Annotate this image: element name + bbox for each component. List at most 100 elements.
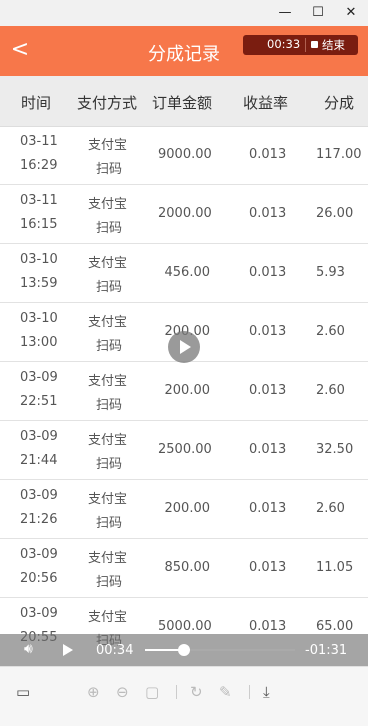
row-payment-method: 支付宝 bbox=[88, 374, 128, 389]
row-payment-type: 扫码 bbox=[96, 457, 123, 472]
divider bbox=[305, 38, 306, 52]
row-share: 26.00 bbox=[316, 206, 354, 221]
row-payment-type: 扫码 bbox=[96, 339, 123, 354]
row-date: 03-09 bbox=[20, 488, 58, 503]
table-row: 03-09 22:51 支付宝扫码 200.00 0.013 2.60 bbox=[0, 362, 368, 421]
row-amount: 2000.00 bbox=[158, 206, 212, 221]
play-button[interactable] bbox=[63, 644, 73, 656]
table-row: 03-10 13:59 支付宝扫码 456.00 0.013 5.93 bbox=[0, 244, 368, 303]
column-header-time: 时间 bbox=[21, 94, 52, 112]
table-body: 03-11 16:29 支付宝 扫码 9000.00 0.013 117.00 03-11 16… bbox=[0, 126, 368, 646]
row-amount: 200.00 bbox=[164, 383, 211, 398]
row-date: 03-10 bbox=[20, 252, 58, 267]
row-share: 2.60 bbox=[316, 383, 345, 398]
row-payment-method: 支付宝 bbox=[88, 138, 128, 153]
row-payment-type: 扫码 bbox=[96, 516, 123, 531]
row-share: 5.93 bbox=[316, 265, 345, 280]
row-share: 2.60 bbox=[316, 501, 345, 516]
row-date: 03-09 bbox=[20, 370, 58, 385]
actual-size-icon[interactable]: ▢ bbox=[145, 683, 159, 701]
minimize-icon[interactable]: — bbox=[270, 0, 300, 26]
row-date: 03-10 bbox=[20, 311, 58, 326]
app-header: < 分成记录 00:33 结束 bbox=[0, 26, 368, 76]
column-header-payment: 支付方式 bbox=[77, 94, 138, 112]
table-row: 03-11 16:29 支付宝扫码 9000.00 0.013 117.00 bbox=[0, 126, 368, 185]
row-payment-method: 支付宝 bbox=[88, 315, 128, 330]
row-payment-method: 支付宝 bbox=[88, 492, 128, 507]
end-recording-button[interactable]: 结束 bbox=[322, 37, 345, 53]
seek-bar[interactable] bbox=[145, 644, 295, 656]
rotate-icon[interactable]: ↻ bbox=[190, 683, 203, 701]
row-payment-method: 支付宝 bbox=[88, 197, 128, 212]
table-row: 03-11 16:15 支付宝扫码 2000.00 0.013 26.00 bbox=[0, 185, 368, 244]
row-date: 03-09 bbox=[20, 429, 58, 444]
row-rate: 0.013 bbox=[249, 501, 287, 516]
row-date: 03-11 bbox=[20, 193, 58, 208]
recording-indicator: 00:33 结束 bbox=[243, 35, 358, 55]
row-date: 03-09 bbox=[20, 547, 58, 562]
window-titlebar: — ☐ ✕ bbox=[0, 0, 368, 26]
row-share: 117.00 bbox=[316, 147, 362, 162]
seek-handle[interactable] bbox=[178, 644, 190, 656]
row-share: 11.05 bbox=[316, 560, 354, 575]
row-payment-type: 扫码 bbox=[96, 162, 123, 177]
row-rate: 0.013 bbox=[249, 324, 287, 339]
row-time: 22:51 bbox=[20, 394, 58, 409]
row-payment-method: 支付宝 bbox=[88, 551, 128, 566]
layout-icon[interactable]: ▭ bbox=[16, 683, 30, 701]
column-header-share: 分成 bbox=[324, 94, 355, 112]
row-amount: 200.00 bbox=[164, 501, 211, 516]
row-payment-method: 支付宝 bbox=[88, 610, 128, 625]
close-icon[interactable]: ✕ bbox=[336, 0, 366, 26]
column-header-rate: 收益率 bbox=[243, 94, 289, 112]
row-payment-type: 扫码 bbox=[96, 398, 123, 413]
bottom-toolbar: ▭ ⊕ ⊖ ▢ ↻ ✎ ⤓ bbox=[0, 666, 368, 726]
download-icon[interactable]: ⤓ bbox=[263, 683, 270, 701]
row-time: 21:44 bbox=[20, 453, 58, 468]
recording-time: 00:33 bbox=[267, 37, 301, 51]
row-time: 13:59 bbox=[20, 276, 58, 291]
row-share: 65.00 bbox=[316, 619, 354, 634]
row-rate: 0.013 bbox=[249, 206, 287, 221]
row-payment-type: 扫码 bbox=[96, 221, 123, 236]
divider bbox=[249, 685, 250, 699]
row-rate: 0.013 bbox=[249, 560, 287, 575]
row-payment-method: 支付宝 bbox=[88, 256, 128, 271]
row-time: 13:00 bbox=[20, 335, 58, 350]
row-amount: 850.00 bbox=[164, 560, 211, 575]
stop-icon[interactable] bbox=[311, 41, 318, 48]
play-icon[interactable] bbox=[168, 331, 200, 363]
row-rate: 0.013 bbox=[249, 442, 287, 457]
row-time: 20:56 bbox=[20, 571, 58, 586]
row-payment-method: 支付宝 bbox=[88, 433, 128, 448]
row-amount: 456.00 bbox=[164, 265, 211, 280]
table-row: 03-09 21:26 支付宝扫码 200.00 0.013 2.60 bbox=[0, 480, 368, 539]
row-share: 32.50 bbox=[316, 442, 354, 457]
row-payment-type: 扫码 bbox=[96, 280, 123, 295]
row-date: 03-11 bbox=[20, 134, 58, 149]
current-time: 00:34 bbox=[96, 643, 134, 658]
table-row: 03-09 21:44 支付宝扫码 2500.00 0.013 32.50 bbox=[0, 421, 368, 480]
row-time: 16:29 bbox=[20, 158, 58, 173]
zoom-in-icon[interactable]: ⊕ bbox=[87, 683, 100, 701]
zoom-out-icon[interactable]: ⊖ bbox=[116, 683, 129, 701]
row-rate: 0.013 bbox=[249, 383, 287, 398]
maximize-icon[interactable]: ☐ bbox=[303, 0, 333, 26]
row-amount: 2500.00 bbox=[158, 442, 212, 457]
table-row: 03-09 20:56 支付宝 扫码 850.00 0.013 11.05 bbox=[0, 539, 368, 598]
row-rate: 0.013 bbox=[249, 265, 287, 280]
row-rate: 0.013 bbox=[249, 619, 287, 634]
speaker-icon[interactable]: 🔊︎ bbox=[24, 641, 33, 657]
table-header: 时间 支付方式 订单金额 收益率 分成 bbox=[0, 76, 368, 127]
divider bbox=[176, 685, 177, 699]
column-header-amount: 订单金额 bbox=[152, 94, 213, 112]
row-time: 21:26 bbox=[20, 512, 58, 527]
edit-icon[interactable]: ✎ bbox=[219, 683, 232, 701]
video-controls: 🔊︎ 00:34 -01:31 bbox=[0, 634, 368, 666]
row-time: 16:15 bbox=[20, 217, 58, 232]
remaining-time: -01:31 bbox=[305, 643, 348, 658]
row-amount: 5000.00 bbox=[158, 619, 212, 634]
row-share: 2.60 bbox=[316, 324, 345, 339]
row-rate: 0.013 bbox=[249, 147, 287, 162]
row-amount: 9000.00 bbox=[158, 147, 212, 162]
